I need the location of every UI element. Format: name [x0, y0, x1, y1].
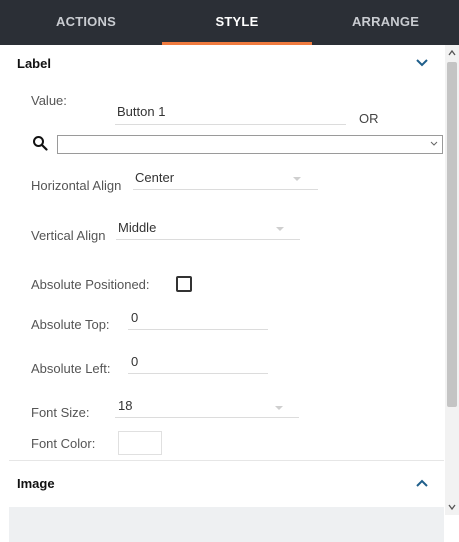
chevron-down-icon[interactable] — [414, 57, 430, 69]
vertical-align-label: Vertical Align — [31, 228, 106, 243]
section-separator — [9, 507, 444, 515]
absolute-left-label: Absolute Left: — [31, 361, 111, 376]
absolute-top-value: 0 — [131, 310, 139, 325]
font-color-swatch[interactable] — [118, 431, 162, 455]
dropdown-arrow-icon — [275, 406, 283, 410]
font-color-label: Font Color: — [31, 436, 96, 451]
scrollbar-thumb[interactable] — [447, 62, 457, 407]
section-title-image: Image — [17, 476, 55, 491]
tab-arrange[interactable]: ARRANGE — [312, 0, 459, 45]
font-size-value: 18 — [118, 398, 133, 413]
vertical-scrollbar[interactable] — [445, 45, 459, 515]
style-panel: Label Value: Button 1 OR Horizontal Alig… — [9, 45, 444, 515]
value-label: Value: — [31, 93, 67, 108]
section-header-label[interactable]: Label — [9, 45, 444, 81]
scroll-up-icon[interactable] — [448, 49, 456, 57]
absolute-top-input[interactable]: 0 — [128, 307, 268, 330]
absolute-left-input[interactable]: 0 — [128, 351, 268, 374]
or-text: OR — [359, 111, 379, 126]
absolute-positioned-label: Absolute Positioned: — [31, 277, 150, 292]
search-icon — [33, 136, 48, 151]
horizontal-align-select[interactable]: Center — [133, 167, 318, 190]
chevron-down-icon — [430, 141, 438, 146]
value-text: Button 1 — [117, 104, 166, 119]
absolute-top-label: Absolute Top: — [31, 317, 110, 332]
search-select[interactable] — [57, 135, 443, 154]
scroll-down-icon[interactable] — [448, 503, 456, 511]
vertical-align-value: Middle — [118, 220, 157, 235]
absolute-positioned-checkbox[interactable] — [176, 276, 192, 292]
value-field[interactable]: Button 1 — [115, 102, 346, 125]
chevron-up-icon[interactable] — [414, 477, 430, 489]
dropdown-arrow-icon — [293, 177, 301, 181]
tab-actions[interactable]: ACTIONS — [10, 0, 162, 45]
horizontal-align-label: Horizontal Align — [31, 178, 122, 193]
section-header-image[interactable]: Image — [9, 465, 444, 501]
section-title-label: Label — [17, 56, 51, 71]
tab-bar: ACTIONS STYLE ARRANGE — [0, 0, 459, 45]
tab-style[interactable]: STYLE — [162, 0, 312, 45]
font-size-label: Font Size: — [31, 405, 90, 420]
vertical-align-select[interactable]: Middle — [116, 217, 300, 240]
section-divider — [9, 460, 444, 461]
horizontal-align-value: Center — [135, 170, 175, 185]
font-size-select[interactable]: 18 — [115, 395, 299, 418]
dropdown-arrow-icon — [276, 227, 284, 231]
absolute-left-value: 0 — [131, 354, 139, 369]
panel-footer-area — [9, 515, 444, 542]
